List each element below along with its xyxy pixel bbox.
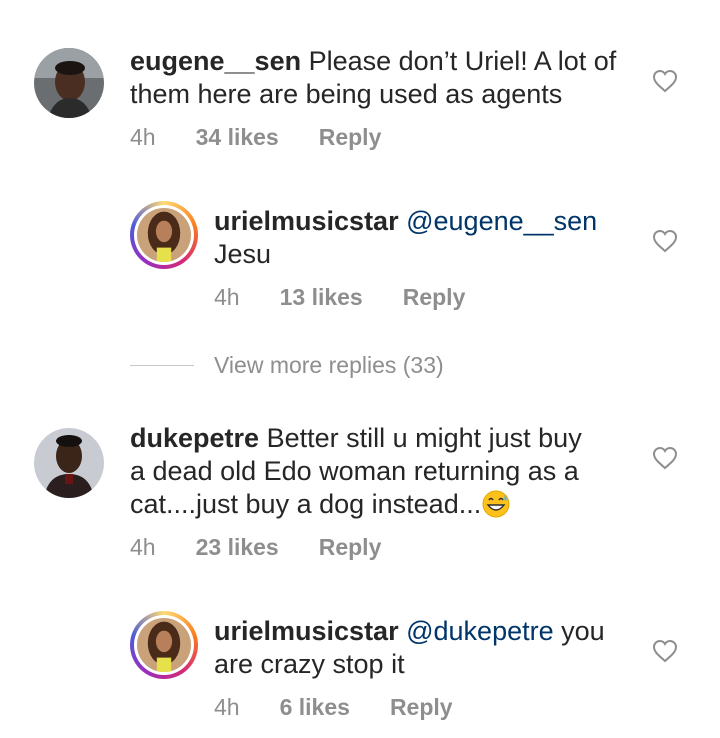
comment-time: 4h	[130, 534, 156, 560]
reply-button[interactable]: Reply	[319, 534, 382, 561]
avatar-photo	[137, 208, 191, 262]
likes-count[interactable]: 6 likes	[280, 694, 350, 721]
comment-body: urielmusicstar @eugene__sen Jesu	[214, 205, 644, 271]
heart-icon[interactable]	[652, 639, 678, 663]
comment-body: urielmusicstar @dukepetre you are crazy …	[214, 615, 644, 681]
avatar-story-ring[interactable]	[130, 201, 198, 269]
comment-text-line2: are crazy stop it	[214, 649, 405, 679]
comment-time: 4h	[214, 284, 240, 310]
mention-link[interactable]: @dukepetre	[406, 616, 554, 646]
comment-text-line2: Jesu	[214, 239, 272, 269]
comment-meta: 4h 23 likes Reply	[130, 534, 381, 561]
view-more-replies-label[interactable]: View more replies (33)	[214, 352, 444, 379]
comment-body: dukepetre Better still u might just buy …	[130, 422, 650, 521]
comment-body: eugene__sen Please don’t Uriel! A lot of…	[130, 45, 650, 111]
reply-button[interactable]: Reply	[319, 124, 382, 151]
avatar[interactable]	[34, 48, 104, 118]
comment-text-line1: Please don’t Uriel! A lot of	[308, 46, 617, 76]
comment-time: 4h	[214, 694, 240, 720]
reply-button[interactable]: Reply	[403, 284, 466, 311]
comment-text-line3: cat....just buy a dog instead...	[130, 489, 482, 519]
comment-meta: 4h 13 likes Reply	[214, 284, 465, 311]
heart-icon[interactable]	[652, 69, 678, 93]
mention-link[interactable]: @eugene__sen	[406, 206, 597, 236]
view-more-replies[interactable]: View more replies (33)	[130, 352, 444, 379]
comment-username[interactable]: urielmusicstar	[214, 616, 399, 646]
avatar-story-ring[interactable]	[130, 611, 198, 679]
comment-meta: 4h 6 likes Reply	[214, 694, 453, 721]
likes-count[interactable]: 23 likes	[196, 534, 279, 561]
comments-thread: eugene__sen Please don’t Uriel! A lot of…	[0, 0, 720, 738]
comment-meta: 4h 34 likes Reply	[130, 124, 381, 151]
comment-text-line1: you	[553, 616, 605, 646]
heart-icon[interactable]	[652, 446, 678, 470]
comment-username[interactable]: urielmusicstar	[214, 206, 399, 236]
comment-text-line2: them here are being used as agents	[130, 79, 563, 109]
grinning-sweat-emoji-icon	[482, 490, 510, 518]
heart-icon[interactable]	[652, 229, 678, 253]
reply-button[interactable]: Reply	[390, 694, 453, 721]
comment-text-line1: Better still u might just buy	[266, 423, 582, 453]
avatar-photo	[34, 48, 104, 118]
top-cutoff-divider	[300, 0, 450, 4]
comment-username[interactable]: dukepetre	[130, 423, 259, 453]
comment-username[interactable]: eugene__sen	[130, 46, 301, 76]
avatar-photo	[137, 618, 191, 672]
avatar-photo	[34, 428, 104, 498]
divider-line	[130, 365, 194, 366]
comment-time: 4h	[130, 124, 156, 150]
avatar[interactable]	[34, 428, 104, 498]
likes-count[interactable]: 13 likes	[280, 284, 363, 311]
likes-count[interactable]: 34 likes	[196, 124, 279, 151]
comment-text-line2: a dead old Edo woman returning as a	[130, 456, 579, 486]
